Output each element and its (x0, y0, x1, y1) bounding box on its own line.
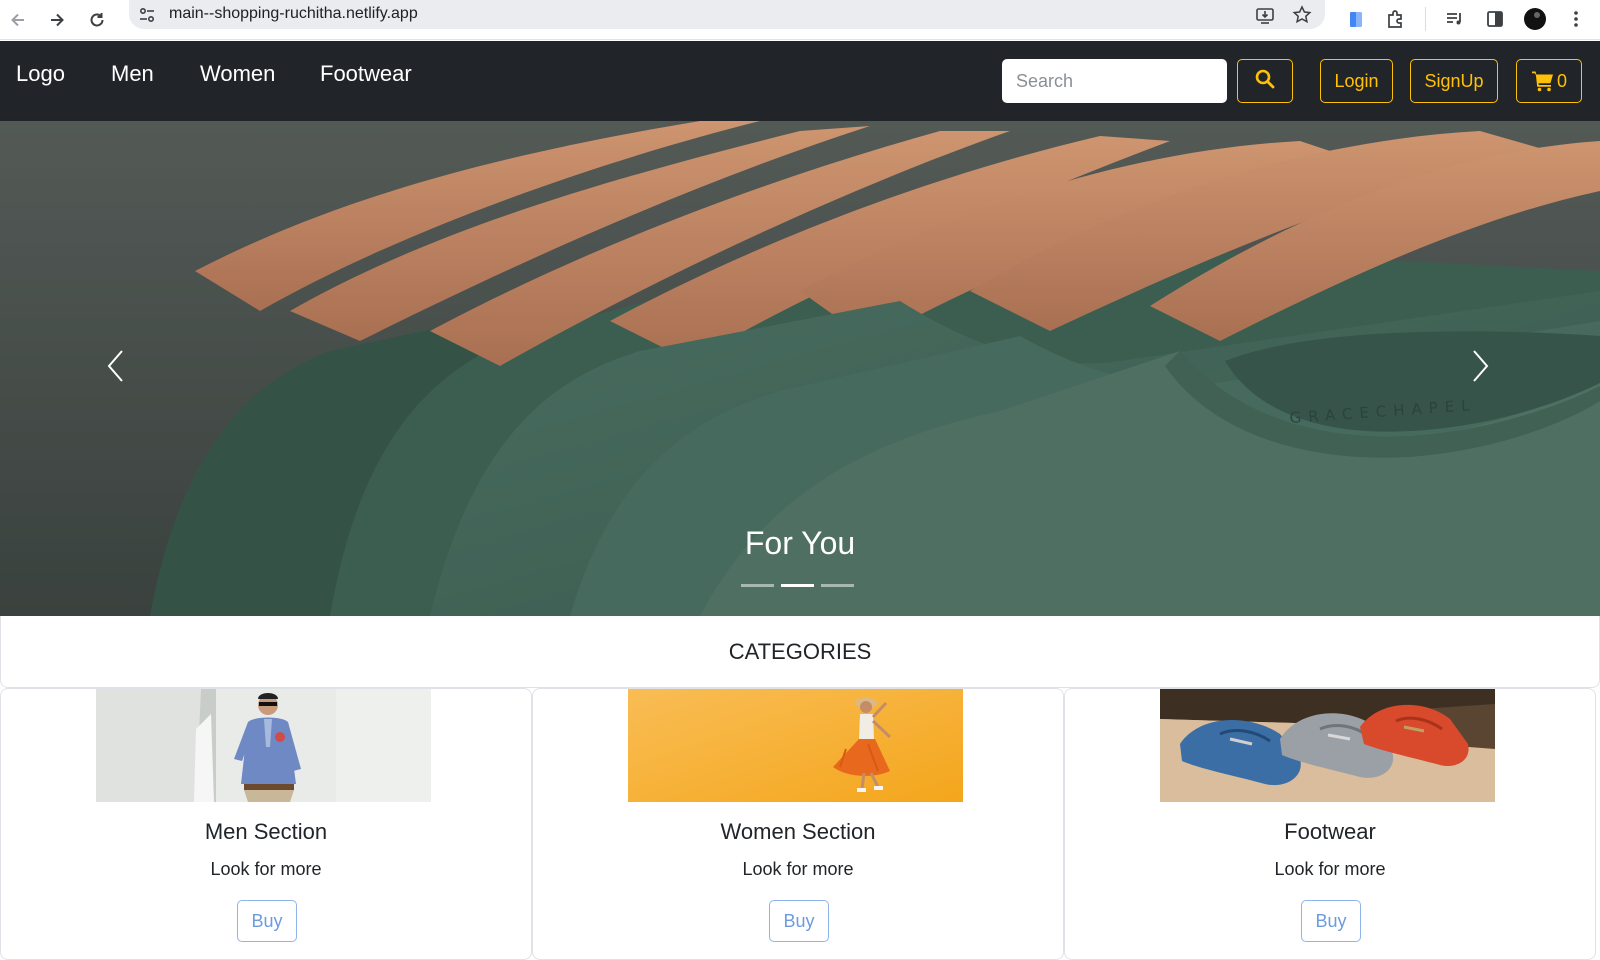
card-title: Men Section (204, 819, 328, 844)
site-navbar: Logo Men Women Footwear Login SignUp 0 (0, 41, 1600, 121)
carousel-indicator-1[interactable] (741, 584, 774, 587)
extension-doc-icon[interactable] (1341, 4, 1371, 34)
card-title: Footwear (1284, 819, 1376, 844)
search-button[interactable] (1237, 59, 1293, 103)
bookmark-star-icon[interactable] (1291, 4, 1313, 26)
media-queue-icon[interactable] (1440, 4, 1470, 34)
reload-icon[interactable] (81, 4, 113, 36)
carousel-indicator-2[interactable] (781, 584, 814, 587)
carousel-next-button[interactable] (1461, 343, 1501, 393)
search-icon (1254, 68, 1276, 95)
nav-link-women[interactable]: Women (200, 61, 275, 87)
signup-button[interactable]: SignUp (1410, 59, 1498, 103)
chevron-left-icon (104, 348, 126, 389)
back-icon[interactable] (2, 4, 34, 36)
men-category-image (96, 689, 431, 802)
carousel-indicators (741, 584, 854, 587)
buy-button-men[interactable]: Buy (237, 900, 297, 942)
category-cards: Men Section Look for more Buy Women Sect… (0, 688, 1600, 960)
login-button[interactable]: Login (1320, 59, 1393, 103)
chevron-right-icon (1470, 348, 1492, 389)
browser-menu-icon[interactable] (1561, 4, 1591, 34)
footwear-category-image (1160, 689, 1495, 802)
site-settings-icon[interactable] (137, 5, 157, 25)
search-input[interactable] (1002, 59, 1227, 103)
categories-heading: CATEGORIES (0, 616, 1600, 688)
buy-button-footwear[interactable]: Buy (1301, 900, 1361, 942)
hero-carousel: GRACECHAPEL For You (0, 121, 1600, 616)
nav-link-footwear[interactable]: Footwear (320, 61, 412, 87)
toolbar-divider (1425, 7, 1426, 31)
carousel-caption: For You (744, 525, 856, 561)
card-text: Look for more (742, 859, 854, 879)
install-app-icon[interactable] (1254, 4, 1276, 26)
card-text: Look for more (210, 859, 322, 879)
cart-count: 0 (1556, 70, 1567, 91)
category-card-footwear: Footwear Look for more Buy (1064, 688, 1596, 960)
nav-link-men[interactable]: Men (111, 61, 154, 87)
women-category-image (628, 689, 963, 802)
card-text: Look for more (1274, 859, 1386, 879)
browser-toolbar: main--shopping-ruchitha.netlify.app (0, 0, 1600, 40)
address-bar[interactable]: main--shopping-ruchitha.netlify.app (129, 0, 1325, 29)
category-card-women: Women Section Look for more Buy (532, 688, 1064, 960)
profile-avatar-icon[interactable] (1520, 4, 1550, 34)
extensions-puzzle-icon[interactable] (1381, 4, 1411, 34)
carousel-prev-button[interactable] (95, 343, 135, 393)
carousel-indicator-3[interactable] (821, 584, 854, 587)
category-card-men: Men Section Look for more Buy (0, 688, 532, 960)
cart-button[interactable]: 0 (1516, 59, 1582, 103)
side-panel-icon[interactable] (1480, 4, 1510, 34)
cart-icon (1531, 70, 1555, 92)
buy-button-women[interactable]: Buy (769, 900, 829, 942)
url-text: main--shopping-ruchitha.netlify.app (169, 5, 418, 22)
nav-logo[interactable]: Logo (16, 61, 65, 87)
forward-icon[interactable] (41, 4, 73, 36)
card-title: Women Section (720, 819, 876, 844)
